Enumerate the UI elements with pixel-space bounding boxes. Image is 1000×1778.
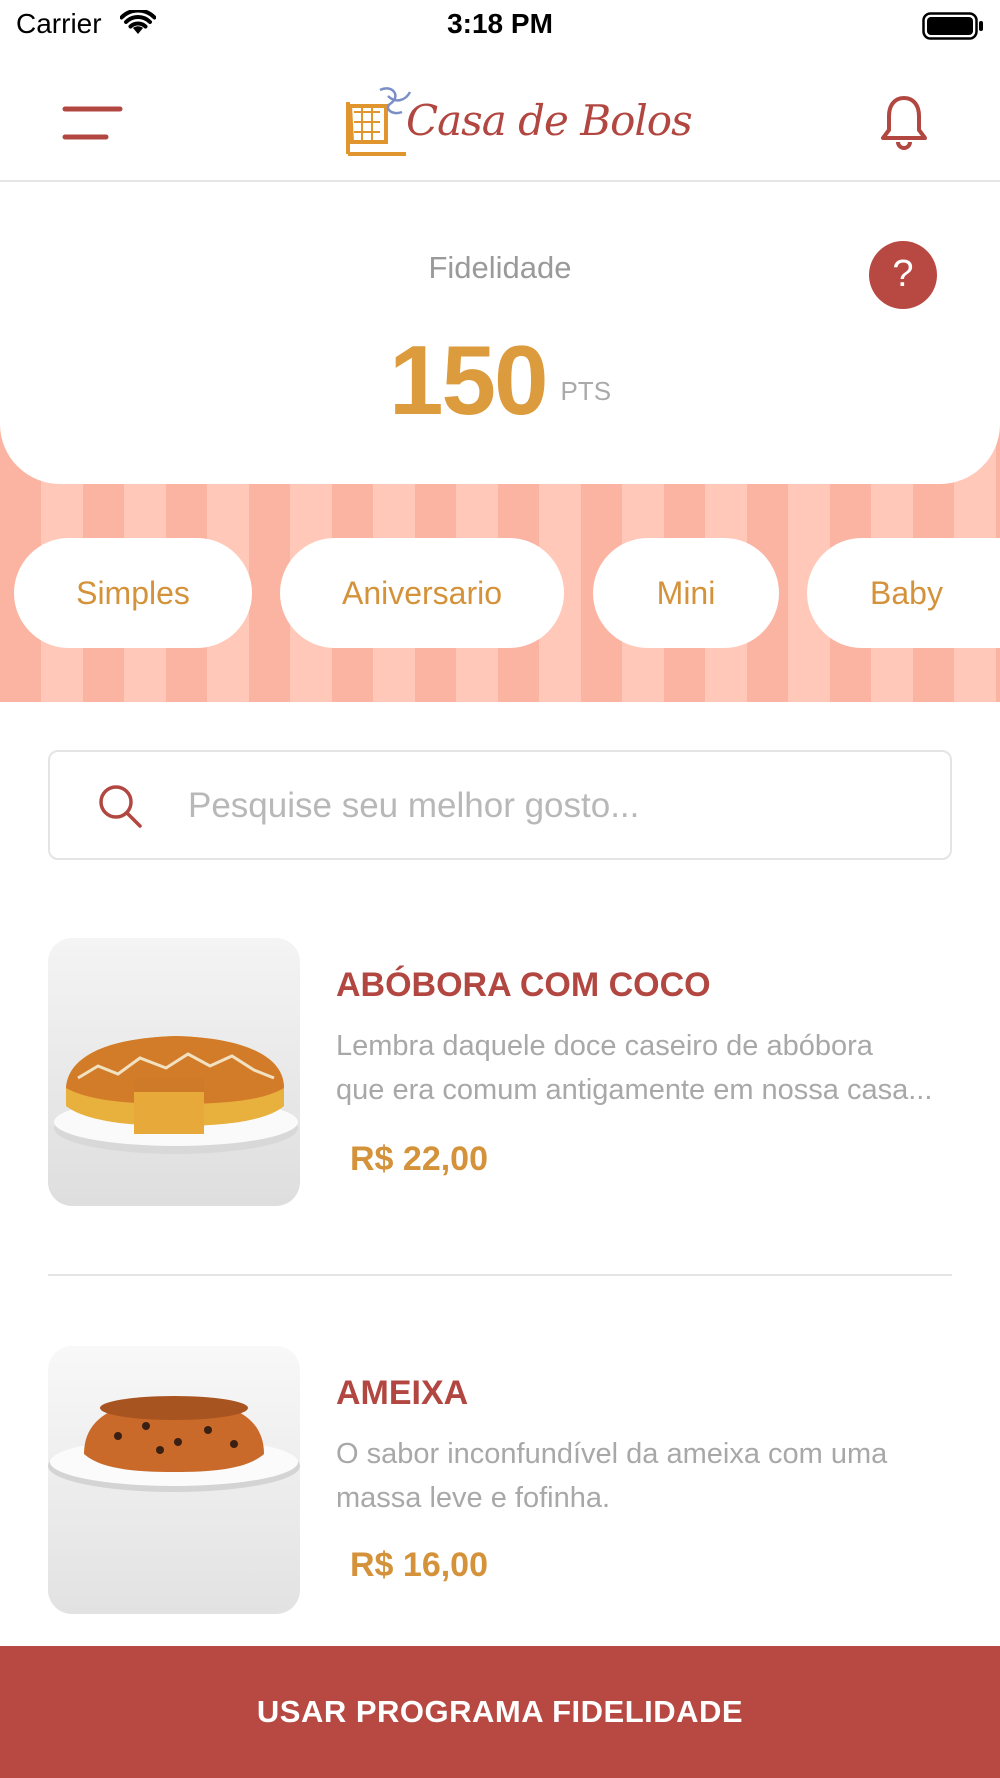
category-pill-label: Baby <box>870 574 943 611</box>
use-loyalty-program-button[interactable]: USAR PROGRAMA FIDELIDADE <box>0 1646 1000 1778</box>
status-bar: Carrier 3:18 PM <box>0 0 1000 52</box>
product-description-line: O sabor inconfundível da ameixa com uma <box>336 1438 888 1470</box>
search-icon <box>96 782 146 837</box>
battery-icon <box>922 12 984 45</box>
product-divider <box>48 1274 952 1276</box>
product-description: O sabor inconfundível da ameixa com uma … <box>336 1432 956 1520</box>
product-description: Lembra daquele doce caseiro de abóbora q… <box>336 1024 956 1112</box>
status-time: 3:18 PM <box>447 8 553 39</box>
category-pill-mini[interactable]: Mini <box>593 538 779 648</box>
product-description-line: Lembra daquele doce caseiro de abóbora <box>336 1030 873 1062</box>
nav-bar: Casa de Bolos <box>0 52 1000 182</box>
product-name: ABÓBORA COM COCO <box>336 966 711 1004</box>
menu-icon <box>62 106 123 140</box>
help-button[interactable]: ? <box>869 241 937 309</box>
brand-logo: Casa de Bolos <box>340 82 693 162</box>
product-image-ameixa <box>48 1346 300 1614</box>
product-image-abobora <box>48 938 300 1206</box>
category-pill-baby[interactable]: Baby <box>807 538 1000 648</box>
notifications-button[interactable] <box>880 94 928 150</box>
menu-button[interactable] <box>62 104 126 144</box>
loyalty-card: Fidelidade ? 150 PTS <box>0 184 1000 484</box>
loyalty-label: Fidelidade <box>428 250 572 285</box>
product-price: R$ 16,00 <box>350 1546 488 1584</box>
search-input[interactable] <box>188 776 928 836</box>
product-card-abobora[interactable]: ABÓBORA COM COCO Lembra daquele doce cas… <box>48 938 952 1208</box>
points-display: 150 PTS <box>0 324 1000 437</box>
points-unit: PTS <box>560 376 612 406</box>
product-card-ameixa[interactable]: AMEIXA O sabor inconfundível da ameixa c… <box>48 1344 952 1614</box>
product-description-line: que era comum antigamente em nossa casa.… <box>336 1074 933 1106</box>
search-box <box>48 750 952 860</box>
points-value: 150 <box>388 325 549 435</box>
bell-icon <box>881 96 927 150</box>
category-pill-simples[interactable]: Simples <box>14 538 252 648</box>
brand-name: Casa de Bolos <box>406 96 693 145</box>
product-name: AMEIXA <box>336 1374 469 1412</box>
product-price: R$ 22,00 <box>350 1140 488 1178</box>
category-pill-aniversario[interactable]: Aniversario <box>280 538 564 648</box>
product-description-line: massa leve e fofinha. <box>336 1482 611 1514</box>
